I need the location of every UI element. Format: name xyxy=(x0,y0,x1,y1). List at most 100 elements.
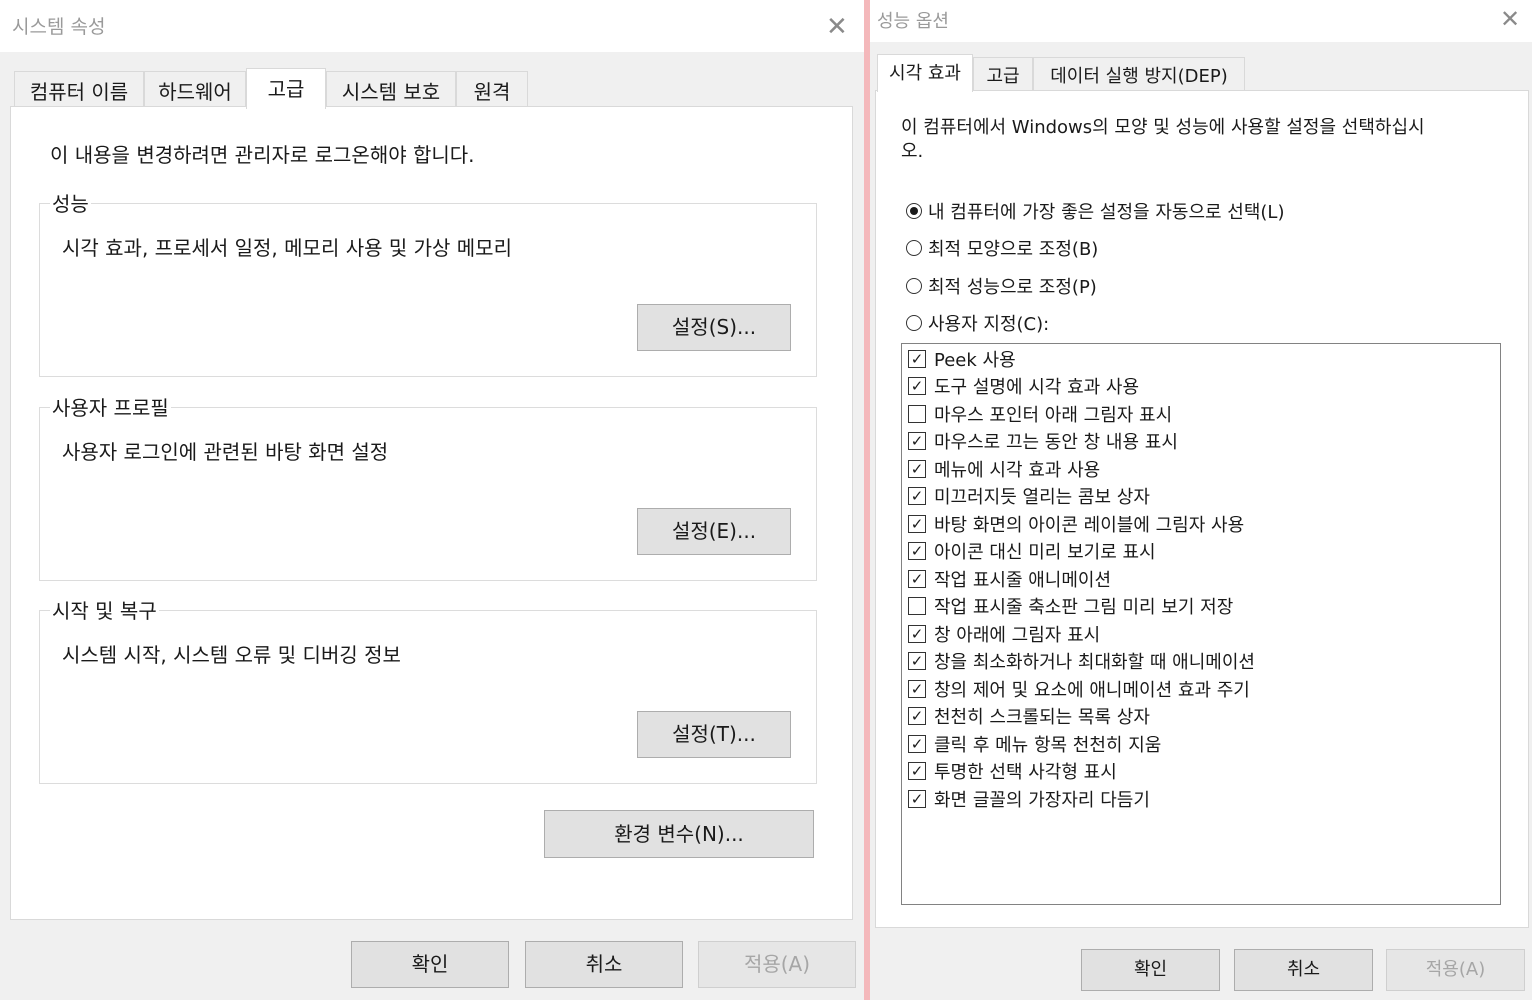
checklist-item[interactable]: ✓ 창의 제어 및 요소에 애니메이션 효과 주기 xyxy=(908,675,1250,702)
tab-advanced[interactable]: 고급 xyxy=(246,68,326,109)
checklist-label: 클릭 후 메뉴 항목 천천히 지움 xyxy=(934,734,1162,756)
checkbox[interactable]: ✓ xyxy=(908,541,926,560)
visual-effects-checklist[interactable]: ✓ Peek 사용 ✓ 도구 설명에 시각 효과 사용 마우스 포인터 아래 그림자… xyxy=(901,343,1501,905)
intro-text-line1: 이 컴퓨터에서 Windows의 모양 및 성능에 사용할 설정을 선택하십시 xyxy=(901,117,1425,138)
checklist-item[interactable]: ✓ 마우스로 끄는 동안 창 내용 표시 xyxy=(908,427,1178,454)
checklist-item[interactable]: ✓ 클릭 후 메뉴 항목 천천히 지움 xyxy=(908,730,1161,757)
title-bar: 성능 옵션 ✕ xyxy=(870,0,1532,42)
window-title: 성능 옵션 xyxy=(877,11,949,32)
radio-button[interactable] xyxy=(906,315,922,331)
title-bar: 시스템 속성 ✕ xyxy=(0,0,864,52)
checkbox[interactable]: ✓ xyxy=(908,514,926,533)
checklist-label: 천천히 스크롤되는 목록 상자 xyxy=(934,706,1150,728)
checklist-label: 도구 설명에 시각 효과 사용 xyxy=(934,376,1140,398)
checkbox[interactable]: ✓ xyxy=(908,459,926,478)
group-label-performance: 성능 xyxy=(50,188,91,217)
checklist-label: 마우스로 끄는 동안 창 내용 표시 xyxy=(934,431,1178,453)
tab-visual-effects[interactable]: 시각 효과 xyxy=(877,54,973,92)
radio-auto-best[interactable]: 내 컴퓨터에 가장 좋은 설정을 자동으로 선택(L) xyxy=(906,198,1284,224)
checkbox[interactable]: ✓ xyxy=(908,651,926,670)
checklist-item[interactable]: ✓ 바탕 화면의 아이콘 레이블에 그림자 사용 xyxy=(908,510,1244,537)
user-profiles-settings-button[interactable]: 설정(E)... xyxy=(637,508,791,555)
checkbox[interactable]: ✓ xyxy=(908,789,926,808)
user-profiles-description: 사용자 로그인에 관련된 바탕 화면 설정 xyxy=(62,440,389,464)
system-properties-window: 시스템 속성 ✕ 컴퓨터 이름 하드웨어 고급 시스템 보호 원격 이 내용을 … xyxy=(0,0,864,1000)
tab-advanced[interactable]: 고급 xyxy=(973,57,1033,91)
performance-options-window: 성능 옵션 ✕ 시각 효과 고급 데이터 실행 방지(DEP) 이 컴퓨터에서 … xyxy=(870,0,1532,1000)
checkbox[interactable]: ✓ xyxy=(908,734,926,753)
checkbox[interactable]: ✓ xyxy=(908,431,926,450)
checklist-label: 창의 제어 및 요소에 애니메이션 효과 주기 xyxy=(934,679,1250,701)
apply-button[interactable]: 적용(A) xyxy=(698,941,856,988)
radio-custom[interactable]: 사용자 지정(C): xyxy=(906,310,1049,336)
checklist-item[interactable]: 작업 표시줄 축소판 그림 미리 보기 저장 xyxy=(908,592,1233,619)
performance-settings-button[interactable]: 설정(S)... xyxy=(637,304,791,351)
checklist-item[interactable]: ✓ 창을 최소화하거나 최대화할 때 애니메이션 xyxy=(908,647,1255,674)
checklist-label: 투명한 선택 사각형 표시 xyxy=(934,761,1117,783)
checkbox[interactable]: ✓ xyxy=(908,706,926,725)
user-profiles-group: 사용자 프로필 사용자 로그인에 관련된 바탕 화면 설정 설정(E)... xyxy=(39,392,817,581)
radio-button[interactable] xyxy=(906,240,922,256)
close-icon[interactable]: ✕ xyxy=(826,14,848,40)
checklist-label: 아이콘 대신 미리 보기로 표시 xyxy=(934,541,1156,563)
performance-description: 시각 효과, 프로세서 일정, 메모리 사용 및 가상 메모리 xyxy=(62,236,512,260)
performance-group: 성능 시각 효과, 프로세서 일정, 메모리 사용 및 가상 메모리 설정(S)… xyxy=(39,188,817,377)
tab-system-protection[interactable]: 시스템 보호 xyxy=(326,71,456,107)
checklist-item[interactable]: ✓ 창 아래에 그림자 표시 xyxy=(908,620,1100,647)
tab-computer-name[interactable]: 컴퓨터 이름 xyxy=(14,71,144,107)
checklist-label: 작업 표시줄 축소판 그림 미리 보기 저장 xyxy=(934,596,1234,618)
radio-label: 사용자 지정(C): xyxy=(928,314,1050,335)
radio-label: 최적 모양으로 조정(B) xyxy=(928,239,1099,260)
visual-effects-panel: 이 컴퓨터에서 Windows의 모양 및 성능에 사용할 설정을 선택하십시 … xyxy=(875,90,1529,928)
apply-button[interactable]: 적용(A) xyxy=(1386,949,1525,991)
intro-text-line2: 오. xyxy=(901,141,924,162)
radio-best-performance[interactable]: 최적 성능으로 조정(P) xyxy=(906,273,1097,299)
checklist-label: 창 아래에 그림자 표시 xyxy=(934,624,1101,646)
checkbox[interactable] xyxy=(908,596,926,615)
checklist-label: 마우스 포인터 아래 그림자 표시 xyxy=(934,404,1173,426)
tab-dep[interactable]: 데이터 실행 방지(DEP) xyxy=(1033,57,1245,91)
checkbox[interactable]: ✓ xyxy=(908,486,926,505)
checklist-label: 화면 글꼴의 가장자리 다듬기 xyxy=(934,789,1150,811)
environment-variables-button[interactable]: 환경 변수(N)... xyxy=(544,810,814,858)
checklist-item[interactable]: ✓ 도구 설명에 시각 효과 사용 xyxy=(908,372,1139,399)
checkbox[interactable]: ✓ xyxy=(908,376,926,395)
group-label-startup-recovery: 시작 및 복구 xyxy=(50,595,159,624)
checklist-item[interactable]: ✓ Peek 사용 xyxy=(908,345,1016,372)
admin-notice: 이 내용을 변경하려면 관리자로 로그온해야 합니다. xyxy=(50,143,475,167)
checklist-item[interactable]: ✓ 투명한 선택 사각형 표시 xyxy=(908,757,1117,784)
ok-button[interactable]: 확인 xyxy=(351,941,509,988)
tab-remote[interactable]: 원격 xyxy=(456,71,528,107)
window-title: 시스템 속성 xyxy=(12,16,106,38)
radio-label: 내 컴퓨터에 가장 좋은 설정을 자동으로 선택(L) xyxy=(928,202,1285,223)
checklist-item[interactable]: ✓ 작업 표시줄 애니메이션 xyxy=(908,565,1111,592)
radio-button-selected[interactable] xyxy=(906,203,922,219)
tab-hardware[interactable]: 하드웨어 xyxy=(144,71,246,107)
checkbox[interactable] xyxy=(908,404,926,423)
checkbox[interactable]: ✓ xyxy=(908,624,926,643)
startup-recovery-settings-button[interactable]: 설정(T)... xyxy=(637,711,791,758)
close-icon[interactable]: ✕ xyxy=(1500,7,1520,31)
checkbox[interactable]: ✓ xyxy=(908,761,926,780)
startup-recovery-description: 시스템 시작, 시스템 오류 및 디버깅 정보 xyxy=(62,643,401,667)
checkbox[interactable]: ✓ xyxy=(908,679,926,698)
checklist-item[interactable]: 마우스 포인터 아래 그림자 표시 xyxy=(908,400,1172,427)
checklist-item[interactable]: ✓ 천천히 스크롤되는 목록 상자 xyxy=(908,702,1150,729)
checklist-label: Peek 사용 xyxy=(934,349,1016,371)
advanced-tab-panel: 이 내용을 변경하려면 관리자로 로그온해야 합니다. 성능 시각 효과, 프로… xyxy=(10,106,853,920)
ok-button[interactable]: 확인 xyxy=(1081,949,1220,991)
cancel-button[interactable]: 취소 xyxy=(525,941,683,988)
checklist-label: 바탕 화면의 아이콘 레이블에 그림자 사용 xyxy=(934,514,1245,536)
radio-best-appearance[interactable]: 최적 모양으로 조정(B) xyxy=(906,235,1098,261)
checkbox[interactable]: ✓ xyxy=(908,349,926,368)
checklist-item[interactable]: ✓ 화면 글꼴의 가장자리 다듬기 xyxy=(908,785,1150,812)
checkbox[interactable]: ✓ xyxy=(908,569,926,588)
startup-recovery-group: 시작 및 복구 시스템 시작, 시스템 오류 및 디버깅 정보 설정(T)... xyxy=(39,595,817,784)
group-label-user-profiles: 사용자 프로필 xyxy=(50,392,171,421)
checklist-item[interactable]: ✓ 메뉴에 시각 효과 사용 xyxy=(908,455,1100,482)
checklist-item[interactable]: ✓ 아이콘 대신 미리 보기로 표시 xyxy=(908,537,1156,564)
checklist-label: 미끄러지듯 열리는 콤보 상자 xyxy=(934,486,1150,508)
cancel-button[interactable]: 취소 xyxy=(1234,949,1373,991)
radio-button[interactable] xyxy=(906,278,922,294)
checklist-item[interactable]: ✓ 미끄러지듯 열리는 콤보 상자 xyxy=(908,482,1150,509)
